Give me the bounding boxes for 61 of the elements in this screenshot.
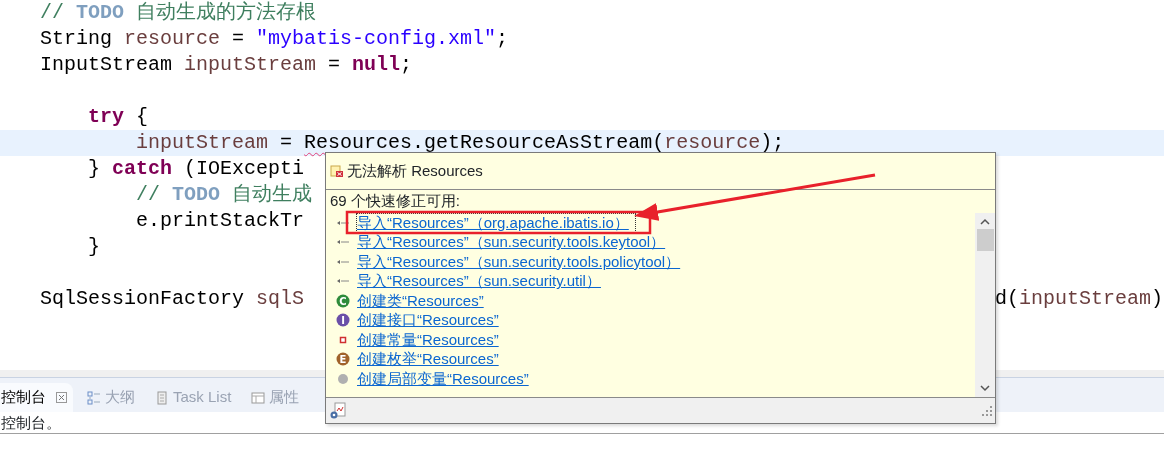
keyword: catch — [112, 156, 173, 182]
quick-fix-link[interactable]: 导入“Resources”（sun.security.tools.policytool） — [356, 251, 688, 272]
code-text: = — [231, 26, 246, 52]
code-text: } — [87, 156, 101, 182]
quick-fix-link[interactable]: 导入“Resources”（sun.security.tools.keytool） — [356, 232, 673, 253]
quick-fix-count: 69 个快速修正可用: — [330, 191, 461, 211]
variable-name: inputStream — [1019, 286, 1152, 312]
code-text: .getResourceAsStream( — [412, 130, 665, 156]
code-text: { — [135, 104, 149, 130]
variable-name: sqlS — [256, 286, 305, 312]
variable-name: inputStream — [184, 52, 317, 78]
quick-fix-link[interactable]: 导入“Resources”（org.apache.ibatis.io） — [356, 213, 636, 233]
enum-icon: E — [336, 352, 350, 367]
local-variable-icon — [336, 371, 350, 386]
code-comment: TODO — [172, 182, 221, 208]
scroll-down-icon[interactable] — [979, 383, 991, 393]
popup-title: 无法解析 Resources — [347, 160, 483, 181]
panel-tab[interactable]: 控制台 — [0, 383, 73, 412]
code-text: SqlSessionFactory — [40, 286, 246, 312]
clipboard-icon — [155, 390, 169, 405]
code-comment: 自动生成 — [231, 182, 313, 208]
code-text: e.printStackTr — [135, 208, 305, 234]
close-icon[interactable] — [56, 392, 67, 403]
quick-fix-link[interactable]: 创建局部变量“Resources” — [356, 368, 536, 389]
code-comment: // — [135, 182, 162, 208]
code-text: (IOExcepti — [183, 156, 305, 182]
scrollbar-thumb[interactable] — [976, 229, 994, 251]
interface-icon: I — [336, 313, 350, 328]
error-token: Resources — [304, 130, 413, 156]
code-text: ) — [1151, 286, 1164, 312]
outline-icon — [87, 390, 101, 405]
gear-document-icon[interactable] — [329, 401, 347, 420]
quick-fix-link[interactable]: 创建枚举“Resources” — [356, 349, 506, 370]
code-text: InputStream — [40, 52, 174, 78]
code-text: d( — [995, 286, 1019, 312]
code-text: String — [40, 26, 113, 52]
code-text: = — [279, 130, 294, 156]
scrollbar[interactable] — [975, 213, 995, 397]
code-text: ); — [760, 130, 785, 156]
string-literal: "mybatis-config.xml" — [256, 26, 497, 52]
code-text: = — [327, 52, 342, 78]
variable-name: resource — [124, 26, 221, 52]
table-icon — [251, 390, 266, 405]
keyword: null — [352, 52, 401, 78]
variable-name: inputStream — [135, 130, 269, 156]
quick-fix-link[interactable]: 创建常量“Resources” — [356, 329, 506, 350]
code-text: ; — [400, 52, 413, 78]
class-icon: C — [336, 293, 350, 308]
quick-fix-link[interactable]: 导入“Resources”（sun.security.util） — [356, 271, 608, 292]
quick-fix-link[interactable]: 创建类“Resources” — [356, 290, 491, 311]
code-text: ; — [496, 26, 509, 52]
error-icon — [330, 164, 344, 178]
code-comment: 自动生成的方法存根 — [135, 0, 317, 26]
scroll-up-icon[interactable] — [979, 217, 991, 227]
code-comment: TODO — [76, 0, 125, 26]
variable-name: resource — [664, 130, 761, 156]
keyword: try — [87, 104, 124, 130]
code-comment: // — [40, 0, 65, 26]
resize-grip-icon[interactable] — [982, 405, 992, 416]
code-text: } — [87, 234, 100, 260]
quick-fix-link[interactable]: 创建接口“Resources” — [356, 310, 506, 331]
